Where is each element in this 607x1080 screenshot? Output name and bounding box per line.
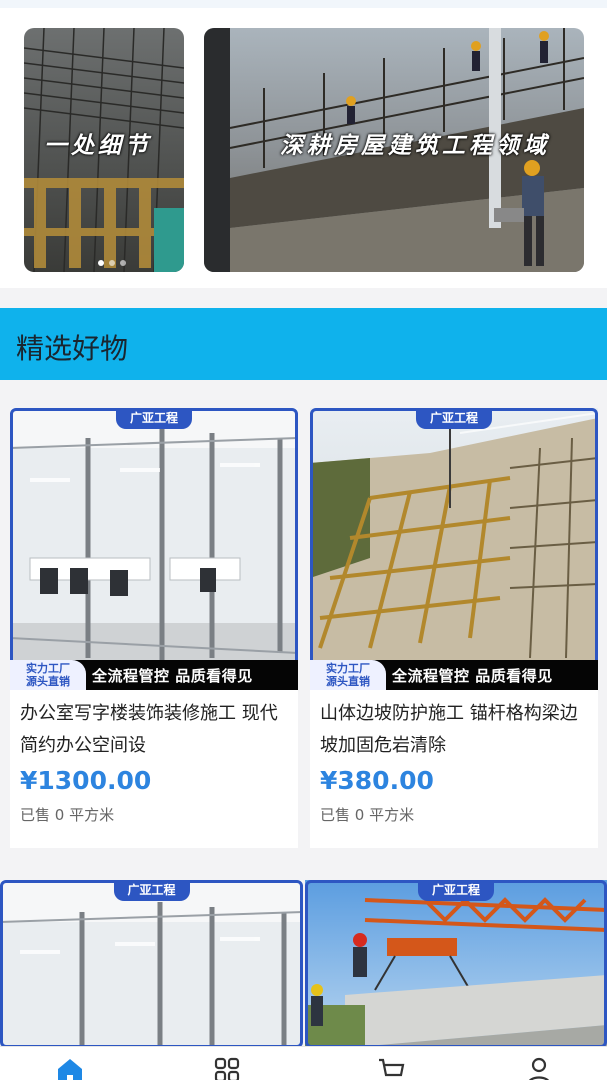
product-image[interactable]: 广亚工程 实力工厂 源头直销 全流程管控 品质看得见 [10,408,298,690]
carousel-dots [98,260,126,266]
tab-home[interactable] [50,1055,90,1080]
product-card[interactable]: 广亚工程 实力工厂 源头直销 全流程管控 品质看得见 山体边坡防护施工 锚杆格构… [310,408,598,848]
product-title[interactable]: 山体边坡防护施工 锚杆格构梁边坡加固危岩清除 [320,698,588,762]
image-frame [305,880,607,1048]
banner-caption-prev: 一处细节 [44,133,152,159]
product-card[interactable]: 广亚工程 实力工厂 源头直销 全流程管控 品质看得见 办公室写字楼装饰装修施工 … [10,408,298,848]
bottom-tab-bar [0,1046,607,1080]
product-title[interactable]: 办公室写字楼装饰装修施工 现代简约办公空间设 [20,698,288,762]
section-gap [0,288,607,308]
promo-text: 全流程管控 品质看得见 [92,666,253,685]
tab-profile[interactable] [519,1055,559,1080]
section-title: 精选好物 [16,332,129,365]
tab-category[interactable] [207,1055,247,1080]
carousel-dot[interactable] [109,260,115,266]
factory-badge: 实力工厂 源头直销 [10,660,86,690]
product-image[interactable]: 广亚工程 [305,880,607,1048]
badge-line: 源头直销 [26,675,70,688]
product-card[interactable]: 广亚工程 [305,880,607,1048]
image-frame [10,408,298,690]
product-image[interactable]: 广亚工程 实力工厂 源头直销 全流程管控 品质看得见 [310,408,598,690]
badge-line: 实力工厂 [326,662,370,675]
tab-cart[interactable] [371,1055,411,1080]
product-card[interactable]: 广亚工程 [0,880,303,1048]
banner-carousel[interactable]: 一处细节 深耕房屋建筑工程领域 [0,8,607,288]
promo-bar: 实力工厂 源头直销 全流程管控 品质看得见 [310,660,598,690]
featured-section-header: 精选好物 [0,308,607,380]
badge-line: 源头直销 [326,675,370,688]
promo-text: 全流程管控 品质看得见 [392,666,553,685]
product-price: ¥380.00 [320,766,434,795]
home-page: 一处细节 深耕房屋建筑工程领域 精选好物 广亚工程 实力工厂 源头直销 全流程管… [0,0,607,1080]
product-grid: 广亚工程 实力工厂 源头直销 全流程管控 品质看得见 办公室写字楼装饰装修施工 … [0,380,607,1048]
carousel-dot[interactable] [98,260,104,266]
brand-tag: 广亚工程 [113,880,190,901]
brand-tag: 广亚工程 [415,408,493,429]
banner-slide-current[interactable]: 深耕房屋建筑工程领域 [204,28,584,272]
product-image[interactable]: 广亚工程 [0,880,303,1048]
brand-tag: 广亚工程 [417,880,495,901]
banner-caption-current: 深耕房屋建筑工程领域 [280,133,550,159]
promo-bar: 实力工厂 源头直销 全流程管控 品质看得见 [10,660,298,690]
product-price: ¥1300.00 [20,766,152,795]
banner-slide-prev[interactable]: 一处细节 [24,28,184,272]
image-frame [310,408,598,690]
factory-badge: 实力工厂 源头直销 [310,660,386,690]
image-frame [0,880,303,1048]
brand-tag: 广亚工程 [115,408,193,429]
product-sold-count: 已售 0 平方米 [320,806,415,824]
top-strip [0,0,607,8]
user-icon [529,1057,549,1080]
carousel-dot[interactable] [120,260,126,266]
cart-icon [379,1058,405,1077]
product-sold-count: 已售 0 平方米 [20,806,115,824]
badge-line: 实力工厂 [26,662,70,675]
home-icon [58,1059,82,1080]
category-icon [214,1057,240,1080]
